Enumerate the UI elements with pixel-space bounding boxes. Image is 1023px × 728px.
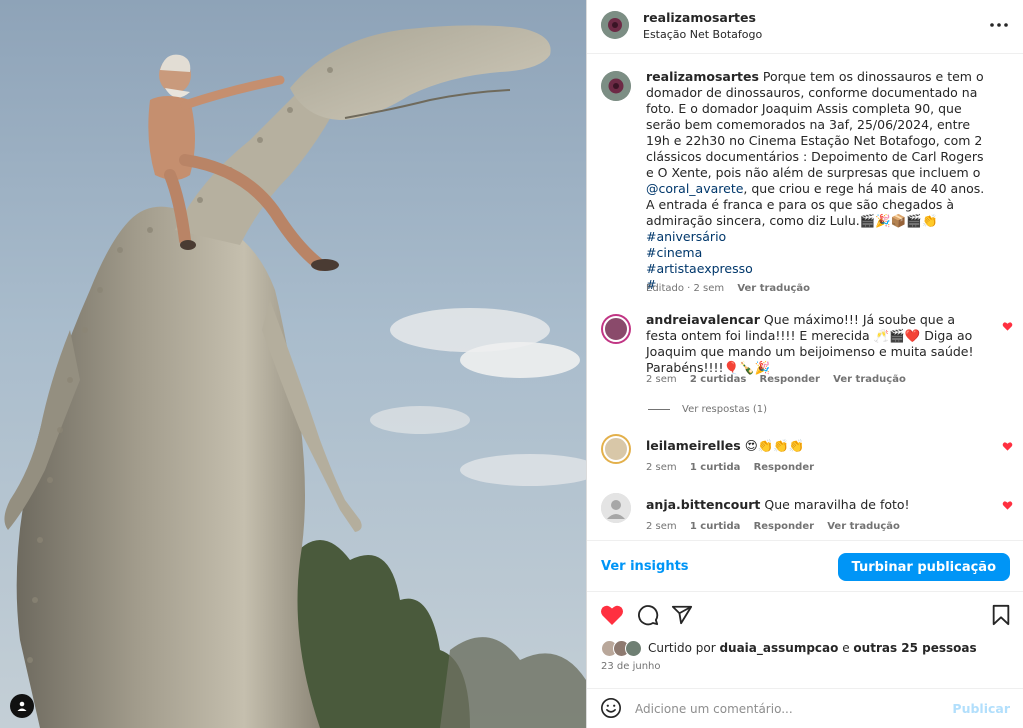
post-photo[interactable] [0,0,586,728]
comment-text: andreiavalencar Que máximo!!! Já soube qu… [646,312,986,376]
avatar[interactable] [601,314,631,344]
share-icon[interactable] [669,602,695,628]
likes-text[interactable]: Curtido por duaia_assumpcao e outras 25 … [648,641,977,655]
comment-likes[interactable]: 1 curtida [690,521,741,532]
view-replies-button[interactable]: Ver respostas (1) [648,404,767,415]
comment-time: 2 sem [646,462,677,473]
comment-meta: 2 sem 2 curtidas Responder Ver tradução [646,374,916,385]
translate-link[interactable]: Ver tradução [737,283,810,294]
comment-icon[interactable] [635,602,661,628]
publish-button[interactable]: Publicar [952,701,1010,716]
caption-meta: Editado · 2 sem Ver tradução [646,283,820,294]
reply-button[interactable]: Responder [760,374,820,385]
reply-button[interactable]: Responder [754,521,814,532]
avatar[interactable] [601,434,631,464]
caption-mention[interactable]: @coral_avarete [646,181,743,196]
edited-label: Editado · 2 sem [646,283,725,294]
comment-meta: 2 sem 1 curtida Responder [646,462,824,473]
comment-body: 😍👏👏👏 [744,438,805,453]
comment-time: 2 sem [646,374,677,385]
comment-username[interactable]: anja.bittencourt [646,497,760,512]
post-author-username[interactable]: realizamosartes [643,10,756,25]
comment-time: 2 sem [646,521,677,532]
comment-username[interactable]: andreiavalencar [646,312,760,327]
comment-text: leilameirelles 😍👏👏👏 [646,438,986,454]
hashtag[interactable]: #cinema [646,245,702,260]
caption-body: Porque tem os dinossauros e tem o domado… [646,69,984,180]
post-side-panel: realizamosartes Estação Net Botafogo rea… [586,0,1023,728]
likes-others[interactable]: outras 25 pessoas [853,641,976,655]
post-date[interactable]: 23 de junho [601,661,661,672]
comment-body: Que maravilha de foto! [764,497,910,512]
comment-username[interactable]: leilameirelles [646,438,741,453]
comment-likes[interactable]: 2 curtidas [690,374,746,385]
boost-post-button[interactable]: Turbinar publicação [837,553,1010,581]
likes-connector: e [842,641,850,655]
translate-link[interactable]: Ver tradução [833,374,906,385]
dinosaur-statue-photo [0,0,586,728]
comment-input[interactable] [635,698,935,720]
avatar[interactable] [601,493,631,523]
caption-username[interactable]: realizamosartes [646,69,759,84]
hashtag[interactable]: #artistaexpresso [646,261,753,276]
bookmark-icon[interactable] [988,602,1014,628]
avatar[interactable] [601,11,629,39]
post-actions [587,598,1023,632]
view-insights-link[interactable]: Ver insights [601,559,689,574]
caption-text: realizamosartes Porque tem os dinossauros… [646,69,986,293]
emoji-icon[interactable] [600,697,622,719]
heart-icon[interactable] [1002,499,1013,510]
add-comment-form: Publicar [587,688,1023,728]
view-replies-label: Ver respostas (1) [682,404,768,415]
avatar[interactable] [601,71,631,101]
comment-likes[interactable]: 1 curtida [690,462,741,473]
post-header: realizamosartes Estação Net Botafogo [587,0,1023,54]
heart-icon[interactable] [1002,440,1013,451]
comment-text: anja.bittencourt Que maravilha de foto! [646,497,986,513]
comment-meta: 2 sem 1 curtida Responder Ver tradução [646,521,910,532]
insights-bar: Ver insights Turbinar publicação [587,540,1023,592]
tag-user-icon[interactable] [10,694,34,718]
likes-prefix: Curtido por [648,641,716,655]
divider [648,409,670,410]
comments-section[interactable]: realizamosartes Porque tem os dinossauros… [587,55,1023,540]
reply-button[interactable]: Responder [754,462,814,473]
heart-icon[interactable] [1002,320,1013,331]
liked-by: Curtido por duaia_assumpcao e outras 25 … [601,640,1011,658]
translate-link[interactable]: Ver tradução [827,521,900,532]
post-location[interactable]: Estação Net Botafogo [643,28,762,41]
avatar [625,640,642,657]
heart-icon[interactable] [599,602,625,628]
hashtag[interactable]: #aniversário [646,229,726,244]
liker-username[interactable]: duaia_assumpcao [719,641,838,655]
more-icon[interactable] [988,14,1010,36]
